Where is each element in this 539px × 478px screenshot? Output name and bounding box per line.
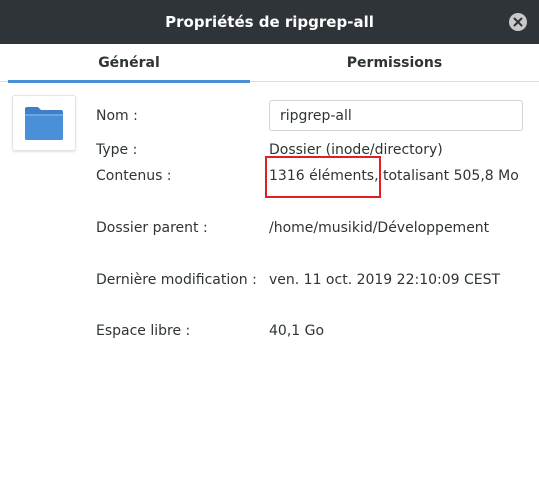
window-title: Propriétés de ripgrep-all [165,13,374,31]
tab-general[interactable]: Général [8,44,250,83]
last-modified-value: ven. 11 oct. 2019 22:10:09 CEST [269,272,501,288]
folder-icon-button[interactable] [12,95,76,151]
last-modified-label: Dernière modification : [96,272,257,288]
properties-window: Propriétés de ripgrep-all Général Permis… [0,0,539,478]
titlebar[interactable]: Propriétés de ripgrep-all [0,0,539,44]
tab-bar: Général Permissions [0,44,539,83]
close-button[interactable] [509,13,527,31]
free-space-value: 40,1 Go [269,323,325,339]
free-space-label: Espace libre : [96,323,191,339]
contents-label: Contenus : [96,168,172,184]
general-panel: Nom : Type : Dossier (inode/directory) C… [0,83,539,478]
type-value: Dossier (inode/directory) [269,142,443,158]
folder-icon [25,107,63,140]
contents-value: 1316 éléments, totalisant 505,8 Mo [269,168,519,184]
parent-folder-value[interactable]: /home/musikid/Développement [269,220,489,236]
tab-permissions[interactable]: Permissions [250,44,539,82]
name-label: Nom : [96,108,138,124]
name-input[interactable] [269,100,523,131]
close-icon [513,17,523,27]
type-label: Type : [96,142,138,158]
parent-folder-label: Dossier parent : [96,220,208,236]
